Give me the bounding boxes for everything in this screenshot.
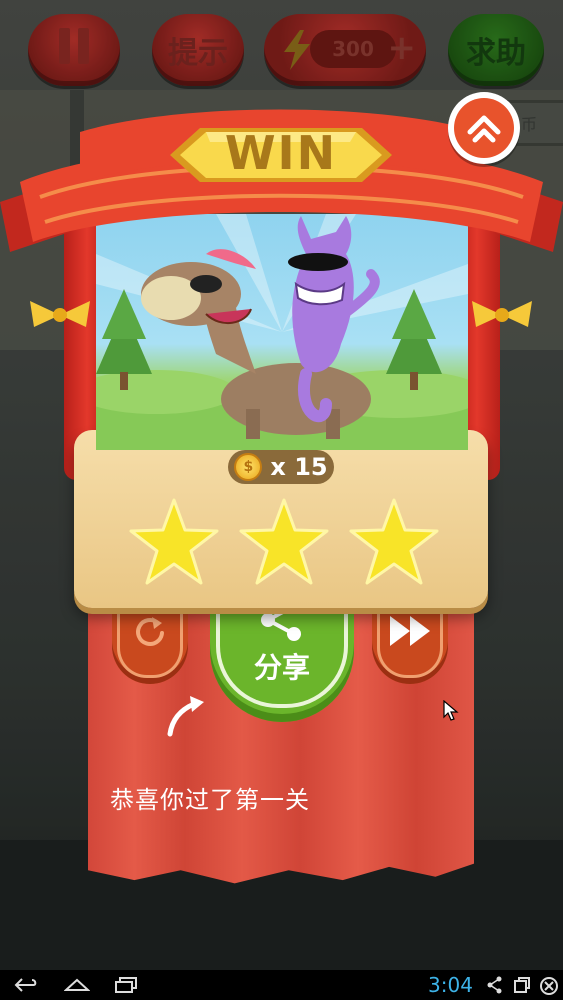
- recents-icon[interactable]: [114, 976, 138, 994]
- close-circle-icon[interactable]: [539, 976, 559, 996]
- coin-icon: $: [234, 453, 263, 481]
- coin-reward-badge: $ x 15: [228, 450, 334, 484]
- home-icon: [467, 115, 501, 143]
- right-bow: [472, 301, 532, 327]
- coin-reward-value: x 15: [270, 453, 328, 481]
- status-clock: 3:04: [428, 973, 473, 997]
- home-nav-icon[interactable]: [64, 976, 90, 994]
- share-nav-icon[interactable]: [487, 976, 503, 994]
- home-button[interactable]: [448, 92, 520, 164]
- star-icon: [129, 498, 219, 585]
- win-title: WIN: [224, 126, 338, 180]
- star-icon: [239, 498, 329, 585]
- star-icon: [349, 498, 439, 585]
- fast-forward-icon: [390, 615, 430, 646]
- share-label: 分享: [253, 651, 310, 684]
- cursor-icon: [443, 700, 459, 721]
- hand-arrow-icon: [167, 696, 204, 737]
- screen-icon[interactable]: [513, 976, 531, 994]
- replay-icon: [136, 616, 164, 646]
- congrats-message: 恭喜你过了第一关: [110, 786, 310, 814]
- back-icon[interactable]: [14, 976, 38, 994]
- left-bow: [30, 301, 90, 327]
